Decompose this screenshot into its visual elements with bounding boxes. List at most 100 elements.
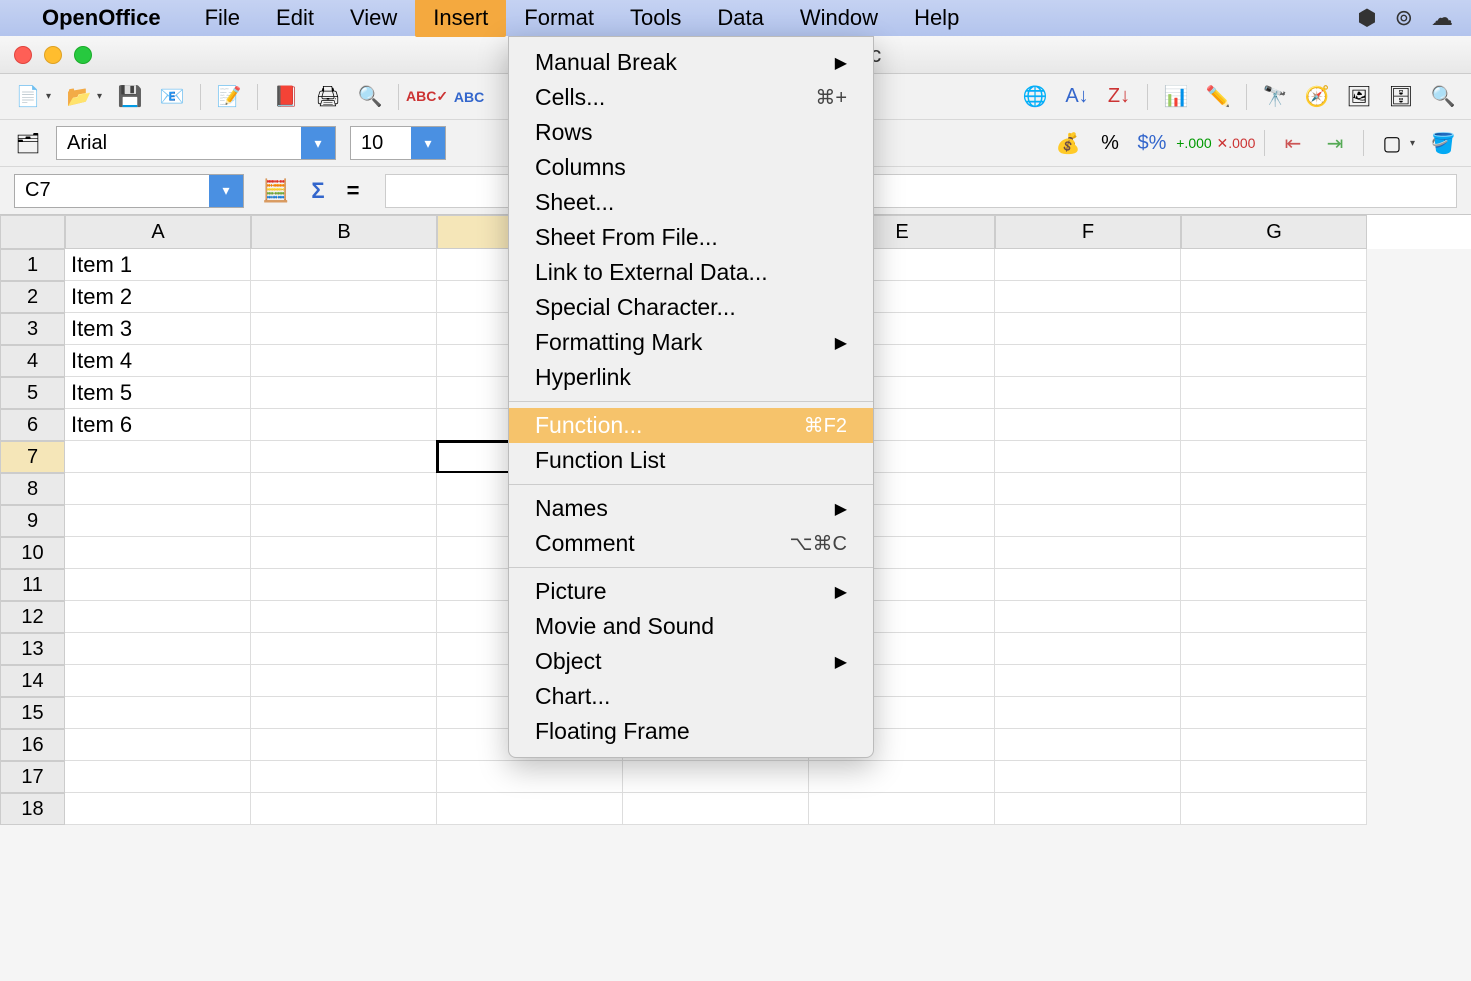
add-decimal-icon[interactable]: +.000 [1180,129,1208,157]
cell-B17[interactable] [251,761,437,793]
row-header-4[interactable]: 4 [0,345,65,377]
col-header-B[interactable]: B [251,215,437,249]
menu-item-formatting-mark[interactable]: Formatting Mark▶ [509,325,873,360]
size-dropdown-arrow[interactable]: ▾ [411,127,445,159]
cell-A9[interactable] [65,505,251,537]
cell-E18[interactable] [809,793,995,825]
cell-ref-dropdown[interactable]: ▾ [209,175,243,207]
increase-indent-icon[interactable]: ⇥ [1321,129,1349,157]
cell-F4[interactable] [995,345,1181,377]
font-select[interactable]: Arial ▾ [56,126,336,160]
borders-dropdown[interactable]: ▾ [1410,138,1415,149]
cell-F12[interactable] [995,601,1181,633]
cell-G13[interactable] [1181,633,1367,665]
cell-F2[interactable] [995,281,1181,313]
row-header-18[interactable]: 18 [0,793,65,825]
cell-G10[interactable] [1181,537,1367,569]
col-header-G[interactable]: G [1181,215,1367,249]
menu-item-object[interactable]: Object▶ [509,644,873,679]
cell-F7[interactable] [995,441,1181,473]
cell-A14[interactable] [65,665,251,697]
cell-B14[interactable] [251,665,437,697]
row-header-6[interactable]: 6 [0,409,65,441]
cell-B9[interactable] [251,505,437,537]
cell-F13[interactable] [995,633,1181,665]
currency-icon[interactable]: 💰 [1054,129,1082,157]
borders-icon[interactable]: ▢ [1378,129,1406,157]
spellcheck-icon[interactable]: ABC✓ [413,83,441,111]
menu-item-sheet-from-file[interactable]: Sheet From File... [509,220,873,255]
open-dropdown[interactable]: ▾ [97,91,102,102]
cell-B10[interactable] [251,537,437,569]
menu-item-movie-and-sound[interactable]: Movie and Sound [509,609,873,644]
open-icon[interactable]: 📂 [65,83,93,111]
cell-G1[interactable] [1181,249,1367,281]
cell-G7[interactable] [1181,441,1367,473]
cell-G17[interactable] [1181,761,1367,793]
menu-file[interactable]: File [187,0,258,37]
menu-item-names[interactable]: Names▶ [509,491,873,526]
cell-B16[interactable] [251,729,437,761]
cell-F10[interactable] [995,537,1181,569]
cell-B15[interactable] [251,697,437,729]
cell-G5[interactable] [1181,377,1367,409]
cell-F11[interactable] [995,569,1181,601]
cell-G15[interactable] [1181,697,1367,729]
new-doc-icon[interactable]: 📄 [14,83,42,111]
cell-B1[interactable] [251,249,437,281]
menu-item-rows[interactable]: Rows [509,115,873,150]
row-header-7[interactable]: 7 [0,441,65,473]
cell-F15[interactable] [995,697,1181,729]
cell-F16[interactable] [995,729,1181,761]
cell-B6[interactable] [251,409,437,441]
cell-reference[interactable]: C7 ▾ [14,174,244,208]
cell-G14[interactable] [1181,665,1367,697]
cell-A15[interactable] [65,697,251,729]
menu-item-special-character[interactable]: Special Character... [509,290,873,325]
menu-help[interactable]: Help [896,0,977,37]
menu-item-comment[interactable]: Comment⌥⌘C [509,526,873,561]
cell-G3[interactable] [1181,313,1367,345]
row-header-16[interactable]: 16 [0,729,65,761]
maximize-button[interactable] [74,46,92,64]
row-header-12[interactable]: 12 [0,601,65,633]
cell-A2[interactable]: Item 2 [65,281,251,313]
equals-icon[interactable]: = [343,178,364,204]
cell-A17[interactable] [65,761,251,793]
menu-item-function-list[interactable]: Function List [509,443,873,478]
menu-item-cells[interactable]: Cells...⌘+ [509,80,873,115]
find-icon[interactable]: 🔭 [1261,83,1289,111]
menu-data[interactable]: Data [699,0,781,37]
cell-G6[interactable] [1181,409,1367,441]
menu-view[interactable]: View [332,0,415,37]
cell-G8[interactable] [1181,473,1367,505]
row-header-13[interactable]: 13 [0,633,65,665]
number-format-icon[interactable]: $% [1138,129,1166,157]
email-icon[interactable]: 📧 [158,83,186,111]
gallery-icon[interactable]: 🖼 [1345,83,1373,111]
creative-cloud-icon[interactable]: ⊚ [1395,5,1413,31]
col-header-F[interactable]: F [995,215,1181,249]
cell-A6[interactable]: Item 6 [65,409,251,441]
row-header-15[interactable]: 15 [0,697,65,729]
cell-A4[interactable]: Item 4 [65,345,251,377]
cell-C17[interactable] [437,761,623,793]
menu-item-function[interactable]: Function...⌘F2 [509,408,873,443]
autocheck-icon[interactable]: ABC [455,83,483,111]
cloud-icon[interactable]: ☁ [1431,5,1453,31]
show-draw-icon[interactable]: ✏️ [1204,83,1232,111]
menu-item-hyperlink[interactable]: Hyperlink [509,360,873,395]
navigator-icon[interactable]: 🧭 [1303,83,1331,111]
cell-G9[interactable] [1181,505,1367,537]
cell-G16[interactable] [1181,729,1367,761]
cell-A16[interactable] [65,729,251,761]
row-header-5[interactable]: 5 [0,377,65,409]
cell-A18[interactable] [65,793,251,825]
cell-F9[interactable] [995,505,1181,537]
menu-item-link-to-external-data[interactable]: Link to External Data... [509,255,873,290]
minimize-button[interactable] [44,46,62,64]
cell-F5[interactable] [995,377,1181,409]
row-header-11[interactable]: 11 [0,569,65,601]
cell-B5[interactable] [251,377,437,409]
dropbox-icon[interactable]: ⬢ [1357,5,1376,31]
